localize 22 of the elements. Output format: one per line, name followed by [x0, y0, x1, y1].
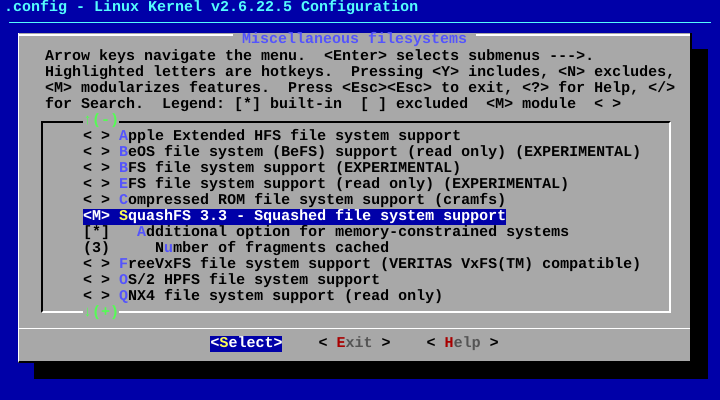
dialog-button[interactable]: < Exit > — [318, 336, 391, 352]
help-text: for Search. Legend: [*] built-in [ ] excluded <M> module < > — [44, 97, 622, 113]
help-text: Highlighted letters are hotkeys. Pressing <Y> includes, <N> excludes, — [44, 65, 676, 81]
menu-item[interactable]: < > BeOS file system (BeFS) support (read only) (EXPERIMENTAL) — [83, 145, 642, 161]
menu-item[interactable]: < > OS/2 HPFS file system support — [83, 273, 380, 289]
menu-item[interactable]: < > EFS file system support (read only) (EXPERIMENTAL) — [83, 177, 570, 193]
window-title: .config - Linux Kernel v2.6.22.5 Configuration — [3, 0, 418, 16]
menu-item[interactable]: <M> SquashFS 3.3 - Squashed file system support — [83, 209, 506, 225]
dialog-title: Miscellaneous filesystems — [240, 32, 468, 48]
scroll-up-indicator: ↑(-) — [83, 113, 120, 129]
scroll-down-indicator: ↓(+) — [83, 305, 120, 321]
dialog-button[interactable]: < Help > — [426, 336, 499, 352]
menu-item[interactable]: < > BFS file system support (EXPERIMENTAL) — [83, 161, 462, 177]
menu-item[interactable]: < > Compressed ROM file system support (cramfs) — [83, 193, 506, 209]
menu-item[interactable]: [*] Additional option for memory-constrained systems — [83, 225, 570, 241]
menu-item[interactable]: (3) Number of fragments cached — [83, 241, 390, 257]
dialog-button[interactable]: <Select> — [210, 336, 282, 352]
menu-item[interactable]: < > FreeVxFS file system support (VERITAS VxFS(TM) compatible) — [83, 257, 642, 273]
help-text: Arrow keys navigate the menu. <Enter> selects submenus --->. — [44, 49, 594, 65]
help-text: <M> modularizes features. Press <Esc><Esc> to exit, <?> for Help, </> — [44, 81, 676, 97]
menu-item[interactable]: < > QNX4 file system support (read only) — [83, 289, 444, 305]
menu-item[interactable]: < > Apple Extended HFS file system support — [83, 129, 462, 145]
